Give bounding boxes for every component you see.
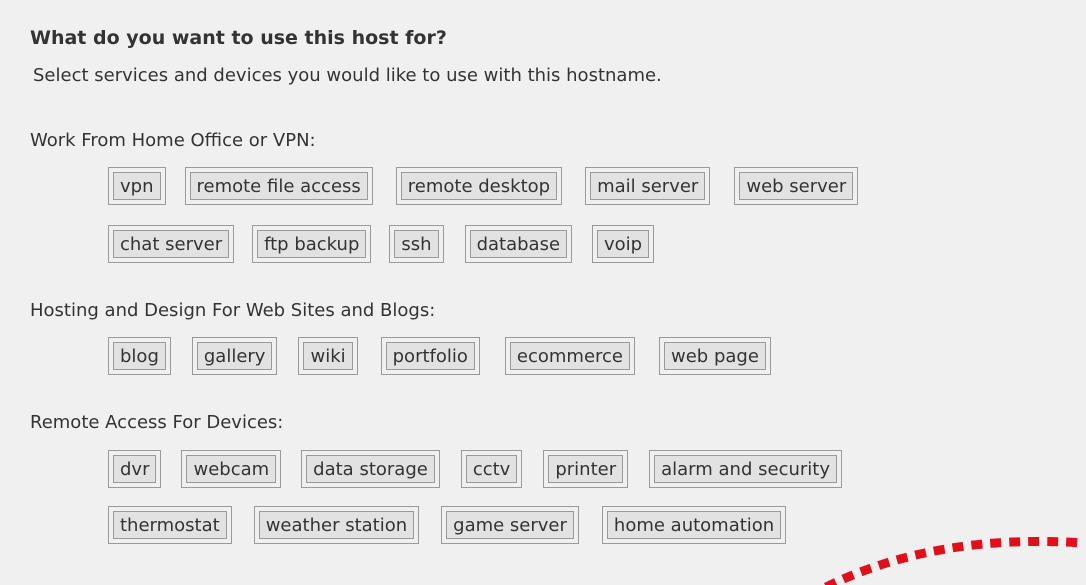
section-work-from-home: Work From Home Office or VPN: bbox=[30, 130, 316, 152]
service-button-dvr[interactable]: dvr bbox=[108, 450, 162, 488]
service-button-database[interactable]: database bbox=[464, 225, 573, 263]
service-button-gallery[interactable]: gallery bbox=[191, 337, 278, 375]
service-button-chat-server[interactable]: chat server bbox=[108, 225, 235, 263]
section-label: Work From Home Office or VPN: bbox=[30, 130, 316, 151]
service-button-vpn[interactable]: vpn bbox=[108, 167, 166, 205]
page-subtitle: Select services and devices you would li… bbox=[33, 65, 662, 86]
service-button-mail-server[interactable]: mail server bbox=[585, 167, 711, 205]
button-row: chat server ftp backup ssh database voip bbox=[108, 225, 664, 263]
service-button-web-page[interactable]: web page bbox=[659, 337, 771, 375]
service-button-ftp-backup[interactable]: ftp backup bbox=[252, 225, 372, 263]
service-button-ecommerce[interactable]: ecommerce bbox=[504, 337, 635, 375]
service-button-printer[interactable]: printer bbox=[543, 450, 629, 488]
service-button-voip[interactable]: voip bbox=[592, 225, 655, 263]
decorative-dashed-arc bbox=[816, 525, 1086, 585]
dashed-arc-graphic bbox=[824, 536, 1085, 585]
section-hosting-design: Hosting and Design For Web Sites and Blo… bbox=[30, 300, 435, 322]
button-row: vpn remote file access remote desktop ma… bbox=[108, 167, 868, 205]
section-label: Remote Access For Devices: bbox=[30, 412, 284, 433]
service-button-blog[interactable]: blog bbox=[108, 337, 171, 375]
service-button-thermostat[interactable]: thermostat bbox=[108, 506, 232, 544]
service-button-data-storage[interactable]: data storage bbox=[301, 450, 440, 488]
button-row: thermostat weather station game server h… bbox=[108, 506, 796, 544]
service-button-home-automation[interactable]: home automation bbox=[601, 506, 787, 544]
service-button-weather-station[interactable]: weather station bbox=[253, 506, 420, 544]
service-button-remote-file-access[interactable]: remote file access bbox=[184, 167, 373, 205]
button-row: dvr webcam data storage cctv printer ala… bbox=[108, 450, 852, 488]
page-title: What do you want to use this host for? bbox=[30, 27, 447, 49]
service-button-portfolio[interactable]: portfolio bbox=[380, 337, 480, 375]
section-remote-access-devices: Remote Access For Devices: bbox=[30, 412, 283, 434]
service-button-game-server[interactable]: game server bbox=[441, 506, 579, 544]
service-button-web-server[interactable]: web server bbox=[734, 167, 859, 205]
service-button-remote-desktop[interactable]: remote desktop bbox=[395, 167, 563, 205]
service-button-ssh[interactable]: ssh bbox=[389, 225, 444, 263]
service-button-cctv[interactable]: cctv bbox=[460, 450, 523, 488]
service-button-wiki[interactable]: wiki bbox=[298, 337, 358, 375]
service-button-webcam[interactable]: webcam bbox=[181, 450, 282, 488]
section-label: Hosting and Design For Web Sites and Blo… bbox=[30, 300, 436, 321]
service-selection-panel: What do you want to use this host for? S… bbox=[0, 0, 1086, 585]
service-button-alarm-and-security[interactable]: alarm and security bbox=[649, 450, 842, 488]
button-row: blog gallery wiki portfolio ecommerce we… bbox=[108, 337, 781, 375]
